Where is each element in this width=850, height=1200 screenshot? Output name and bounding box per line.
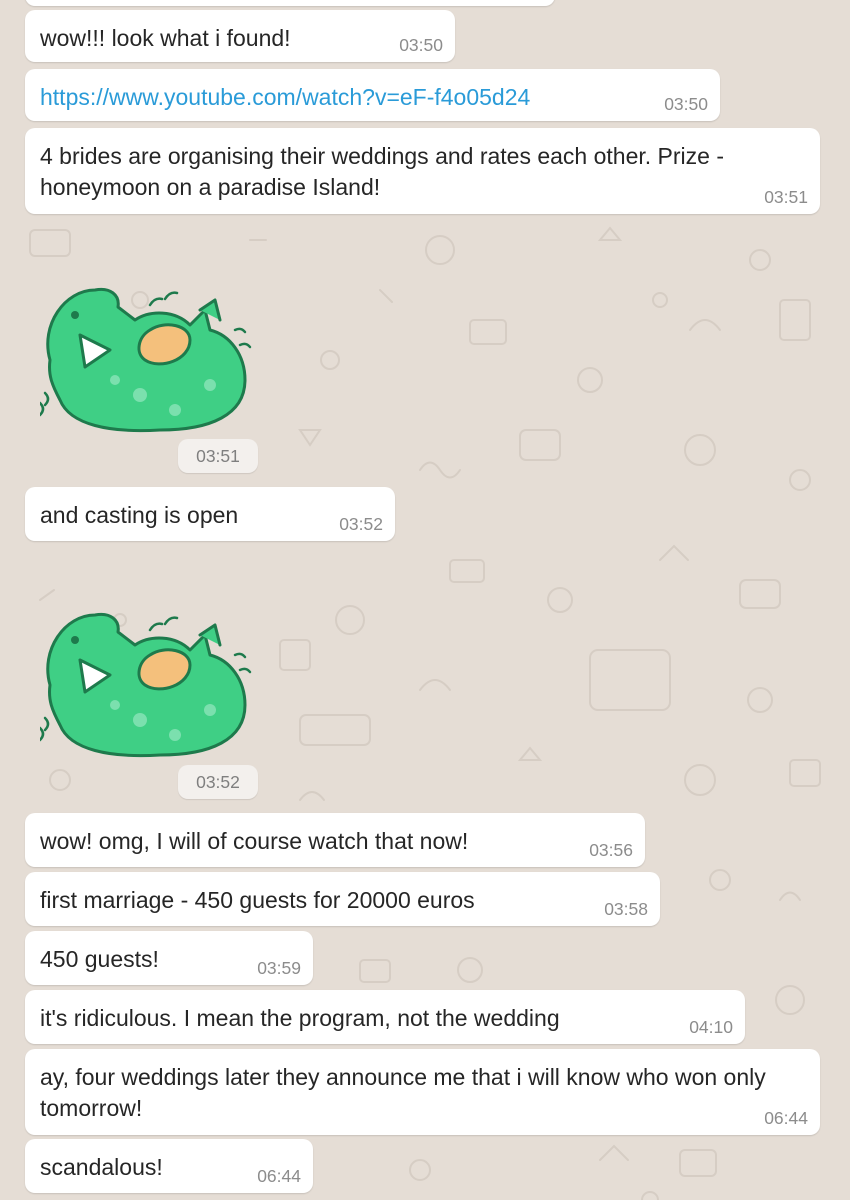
message-timestamp: 03:51 — [764, 187, 808, 207]
previous-message-bubble — [25, 0, 555, 6]
message-text: first marriage - 450 guests for 20000 eu… — [40, 887, 475, 913]
message-timestamp: 03:50 — [399, 35, 443, 55]
message-text: 4 brides are organising their weddings a… — [40, 143, 731, 200]
sticker-timestamp: 03:52 — [178, 765, 258, 799]
dinosaur-sticker[interactable] — [40, 275, 260, 445]
message-bubble[interactable]: ay, four weddings later they announce me… — [25, 1049, 820, 1135]
message-timestamp: 04:10 — [689, 1017, 733, 1037]
sticker-timestamp: 03:51 — [178, 439, 258, 473]
message-timestamp: 06:44 — [764, 1108, 808, 1128]
message-bubble[interactable]: first marriage - 450 guests for 20000 eu… — [25, 872, 660, 926]
message-bubble[interactable]: 450 guests! 03:59 — [25, 931, 313, 985]
message-timestamp: 03:58 — [604, 899, 648, 919]
message-bubble[interactable]: scandalous! 06:44 — [25, 1139, 313, 1193]
message-text: and casting is open — [40, 502, 239, 528]
message-bubble[interactable]: https://www.youtube.com/watch?v=eF-f4o05… — [25, 69, 720, 121]
dinosaur-sticker[interactable] — [40, 600, 260, 770]
message-text: wow! omg, I will of course watch that no… — [40, 828, 469, 854]
message-bubble[interactable]: and casting is open 03:52 — [25, 487, 395, 541]
message-link[interactable]: https://www.youtube.com/watch?v=eF-f4o05… — [40, 82, 705, 113]
message-timestamp: 03:52 — [339, 514, 383, 534]
message-list[interactable]: wow!!! look what i found! 03:50 https://… — [0, 0, 850, 1200]
message-text: ay, four weddings later they announce me… — [40, 1064, 773, 1121]
message-text: it's ridiculous. I mean the program, not… — [40, 1005, 560, 1031]
message-timestamp: 03:50 — [664, 94, 708, 114]
message-timestamp: 03:59 — [257, 958, 301, 978]
message-bubble[interactable]: it's ridiculous. I mean the program, not… — [25, 990, 745, 1044]
message-bubble[interactable]: wow! omg, I will of course watch that no… — [25, 813, 645, 867]
message-timestamp: 06:44 — [257, 1166, 301, 1186]
message-bubble[interactable]: wow!!! look what i found! 03:50 — [25, 10, 455, 62]
message-bubble[interactable]: 4 brides are organising their weddings a… — [25, 128, 820, 214]
message-text: wow!!! look what i found! — [40, 25, 291, 51]
message-timestamp: 03:56 — [589, 840, 633, 860]
